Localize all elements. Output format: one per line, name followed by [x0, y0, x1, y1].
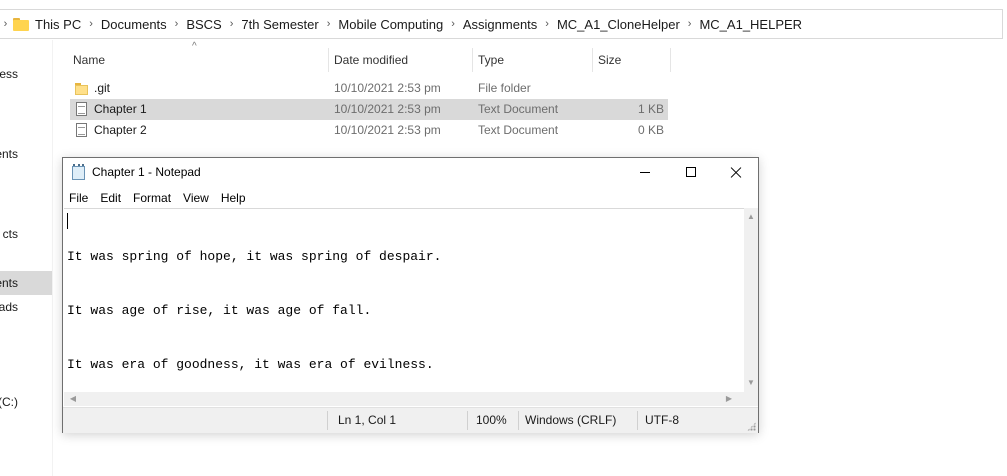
column-divider[interactable] — [472, 48, 473, 72]
file-date: 10/10/2021 2:53 pm — [334, 102, 441, 116]
resize-grip-icon[interactable] — [747, 422, 756, 431]
column-header-size[interactable]: Size — [598, 48, 621, 72]
chevron-right-icon[interactable]: › — [545, 18, 549, 30]
menu-view[interactable]: View — [177, 188, 215, 208]
text-line: It was spring of hope, it was spring of … — [67, 249, 442, 264]
window-title: Chapter 1 - Notepad — [92, 165, 201, 179]
column-divider[interactable] — [592, 48, 593, 72]
menu-edit[interactable]: Edit — [94, 188, 127, 208]
nav-item-documents-selected[interactable]: ents — [0, 271, 52, 295]
address-bar[interactable]: › This PC › Documents › BSCS › 7th Semes… — [0, 9, 1003, 39]
status-bar: Ln 1, Col 1 100% Windows (CRLF) UTF-8 — [63, 407, 758, 433]
menu-help[interactable]: Help — [215, 188, 252, 208]
breadcrumb-item[interactable]: Mobile Computing — [338, 17, 443, 32]
breadcrumb-item[interactable]: Documents — [101, 17, 167, 32]
file-name: .git — [94, 81, 111, 95]
encoding: UTF-8 — [645, 413, 679, 427]
chevron-right-icon[interactable]: › — [89, 18, 93, 30]
breadcrumb-item[interactable]: This PC — [35, 17, 81, 32]
zoom-level: 100% — [476, 413, 507, 427]
file-type: Text Document — [478, 123, 559, 137]
scroll-down-icon[interactable]: ▼ — [744, 376, 758, 390]
folder-icon — [13, 17, 29, 31]
notepad-title-bar[interactable]: Chapter 1 - Notepad — [63, 158, 758, 188]
nav-item-local-disk[interactable]: sk (C:) — [0, 390, 52, 414]
chevron-right-icon[interactable]: › — [0, 18, 11, 30]
minimize-button[interactable] — [622, 158, 668, 188]
sort-ascending-icon: ^ — [192, 41, 197, 52]
file-type: File folder — [478, 81, 531, 95]
file-row-selected[interactable]: Chapter 1 10/10/2021 2:53 pm Text Docume… — [70, 99, 668, 120]
text-line: It was age of rise, it was age of fall. — [67, 303, 372, 318]
nav-item-quick-access[interactable]: ess — [0, 62, 52, 86]
scroll-right-icon[interactable]: ▶ — [722, 392, 736, 406]
vertical-scrollbar[interactable]: ▲ ▼ — [744, 208, 758, 392]
chevron-right-icon[interactable]: › — [451, 18, 455, 30]
text-editor-area[interactable]: It was spring of hope, it was spring of … — [64, 208, 744, 393]
chevron-right-icon[interactable]: › — [175, 18, 179, 30]
breadcrumb-item[interactable]: 7th Semester — [241, 17, 318, 32]
column-header-name[interactable]: Name — [73, 48, 105, 72]
status-divider — [518, 411, 519, 430]
line-ending: Windows (CRLF) — [525, 413, 617, 427]
chevron-right-icon[interactable]: › — [688, 18, 692, 30]
status-divider — [467, 411, 468, 430]
text-caret — [67, 213, 68, 229]
breadcrumb-item[interactable]: Assignments — [463, 17, 537, 32]
file-date: 10/10/2021 2:53 pm — [334, 123, 441, 137]
breadcrumb-item[interactable]: MC_A1_CloneHelper — [557, 17, 680, 32]
nav-item-objects[interactable]: cts — [0, 222, 52, 246]
menu-format[interactable]: Format — [127, 188, 177, 208]
file-row[interactable]: Chapter 2 10/10/2021 2:53 pm Text Docume… — [70, 120, 668, 141]
scrollbar-corner — [744, 392, 758, 406]
nav-item-downloads[interactable]: ads — [0, 295, 52, 319]
file-name: Chapter 2 — [94, 123, 147, 137]
file-date: 10/10/2021 2:53 pm — [334, 81, 441, 95]
folder-icon — [74, 81, 88, 96]
scroll-up-icon[interactable]: ▲ — [744, 210, 758, 224]
text-document-icon — [74, 123, 88, 138]
breadcrumb-item-current[interactable]: MC_A1_HELPER — [699, 17, 802, 32]
column-divider[interactable] — [670, 48, 671, 72]
navigation-pane: ess ents cts ents ads sk (C:) — [0, 40, 53, 476]
column-divider[interactable] — [328, 48, 329, 72]
file-name: Chapter 1 — [94, 102, 147, 116]
maximize-button[interactable] — [668, 158, 714, 188]
status-divider — [327, 411, 328, 430]
chevron-right-icon[interactable]: › — [230, 18, 234, 30]
breadcrumb-item[interactable]: BSCS — [186, 17, 221, 32]
column-header-type[interactable]: Type — [478, 48, 504, 72]
menu-file[interactable]: File — [63, 188, 94, 208]
text-document-icon — [74, 102, 88, 117]
file-size: 0 KB — [637, 123, 664, 137]
file-type: Text Document — [478, 102, 559, 116]
horizontal-scrollbar[interactable]: ◀ ▶ — [64, 392, 744, 406]
scroll-left-icon[interactable]: ◀ — [66, 392, 80, 406]
notepad-icon[interactable] — [72, 164, 85, 180]
file-size: 1 KB — [637, 102, 664, 116]
notepad-window: Chapter 1 - Notepad File Edit Format Vie… — [62, 157, 759, 433]
text-line: It was era of goodness, it was era of ev… — [67, 357, 434, 372]
close-button[interactable] — [713, 158, 759, 188]
status-divider — [637, 411, 638, 430]
cursor-position: Ln 1, Col 1 — [338, 413, 397, 427]
nav-item-documents[interactable]: ents — [0, 142, 52, 166]
column-header-date[interactable]: Date modified — [334, 48, 408, 72]
file-row[interactable]: .git 10/10/2021 2:53 pm File folder — [70, 78, 668, 99]
chevron-right-icon[interactable]: › — [327, 18, 331, 30]
menu-bar: File Edit Format View Help — [63, 188, 758, 208]
